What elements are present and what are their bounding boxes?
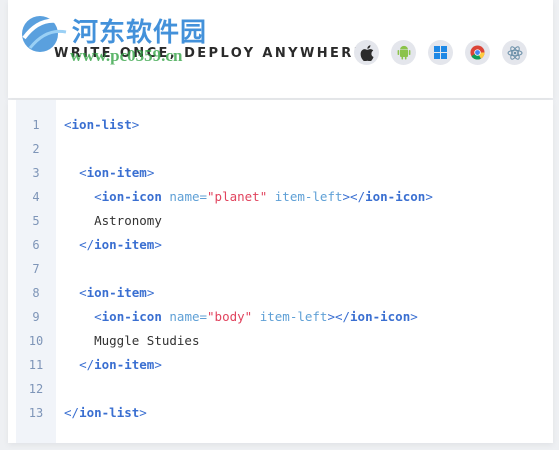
tag-name: ion-item [94,237,155,252]
line-number: 7 [32,262,40,276]
line-number: 2 [32,142,40,156]
code-line: <ion-item> [79,165,155,180]
android-icon[interactable] [391,40,416,65]
code-line: <ion-list> [64,117,140,132]
line-number: 11 [28,358,44,372]
code-line: <ion-item> [79,285,155,300]
chrome-icon[interactable] [465,40,490,65]
tag-name: ion-icon [101,309,162,324]
attr-name: name [169,309,200,324]
line-number: 5 [32,214,40,228]
tag-name: ion-item [86,165,147,180]
code-line: <ion-icon name="body" item-left></ion-ic… [94,309,418,324]
code-line: </ion-list> [64,405,147,420]
tag-name: ion-item [86,285,147,300]
tag-name: ion-icon [365,189,426,204]
code-line: <ion-icon name="planet" item-left></ion-… [94,189,433,204]
text-content: Astronomy [94,213,162,228]
line-number: 4 [32,190,40,204]
tag-name: ion-icon [101,189,162,204]
line-number: 1 [32,118,40,132]
header-card: 河东软件园 WRITE ONCE, DEPLOY ANYWHERE. www.p… [8,0,553,98]
text-content: Muggle Studies [94,333,200,348]
attr-value: "planet" [207,189,268,204]
line-number: 12 [28,382,44,396]
code-editor: 1 2 3 4 5 6 7 8 9 10 11 12 13 <ion-list>… [8,100,553,443]
apple-icon[interactable] [354,40,379,65]
tag-name: ion-list [79,405,140,420]
code-line: Astronomy [64,209,162,233]
tag-name: ion-icon [350,309,411,324]
attr-name: item-left [259,309,328,324]
attr-value: "body" [207,309,253,324]
code-line: </ion-item> [79,237,162,252]
electron-icon[interactable] [502,40,527,65]
line-number: 10 [28,334,44,348]
watermark-url: www.pc0359.cn [70,46,183,65]
line-number: 3 [32,166,40,180]
code-line: </ion-item> [79,357,162,372]
line-number: 13 [28,406,44,420]
watermark-title: 河东软件园 [72,18,208,48]
attr-name: item-left [274,189,343,204]
tag-name: ion-item [94,357,155,372]
code-line: Muggle Studies [64,329,199,353]
line-number: 9 [32,310,40,324]
attr-name: name [169,189,200,204]
line-number: 8 [32,286,40,300]
tag-name: ion-list [71,117,132,132]
windows-icon[interactable] [428,40,453,65]
line-number: 6 [32,238,40,252]
platform-icons [354,40,527,65]
